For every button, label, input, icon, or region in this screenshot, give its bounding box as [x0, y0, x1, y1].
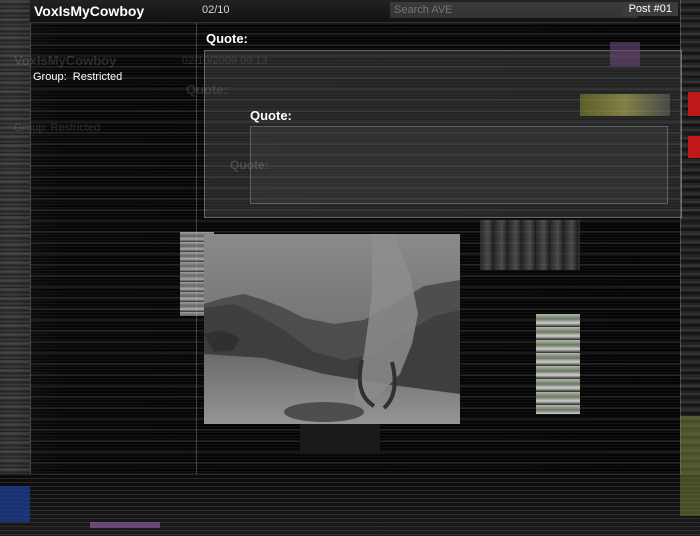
user-group: Group: Restricted [33, 71, 122, 83]
glitch-artifact [688, 136, 700, 158]
glitch-bottom-bar [0, 416, 700, 536]
quote-box-inner [250, 126, 668, 204]
glitch-artifact [300, 424, 380, 454]
glitch-artifact [536, 314, 580, 414]
divider-line [30, 0, 31, 536]
glitch-artifact [680, 416, 700, 516]
quote-label-outer: Quote: [206, 31, 248, 46]
search-input[interactable] [390, 2, 638, 18]
group-label: Group: [33, 71, 67, 83]
ghost-group: Group: Restricted [14, 122, 101, 134]
ghost-username: VoxIsMyCowboy [14, 53, 117, 68]
post-header: VoxIsMyCowboy 02/10 Post #01 [30, 0, 680, 23]
moon-photo [204, 234, 460, 424]
post-number-badge[interactable]: Post #01 [622, 2, 678, 16]
glitch-artifact [580, 94, 670, 116]
glitch-artifact [90, 522, 160, 528]
glitch-left-strip [0, 0, 30, 536]
glitch-artifact [480, 220, 580, 270]
post-datetime: 02/10 [202, 4, 230, 16]
moon-photo-graphic [204, 234, 460, 424]
group-value: Restricted [72, 71, 123, 83]
quote-label-inner: Quote: [250, 108, 292, 123]
ghost-quote-label-nested: Quote: [230, 158, 269, 172]
glitch-artifact [0, 486, 30, 522]
glitch-artifact [610, 42, 640, 66]
post-username[interactable]: VoxIsMyCowboy [34, 3, 144, 19]
glitch-artifact [688, 92, 700, 116]
